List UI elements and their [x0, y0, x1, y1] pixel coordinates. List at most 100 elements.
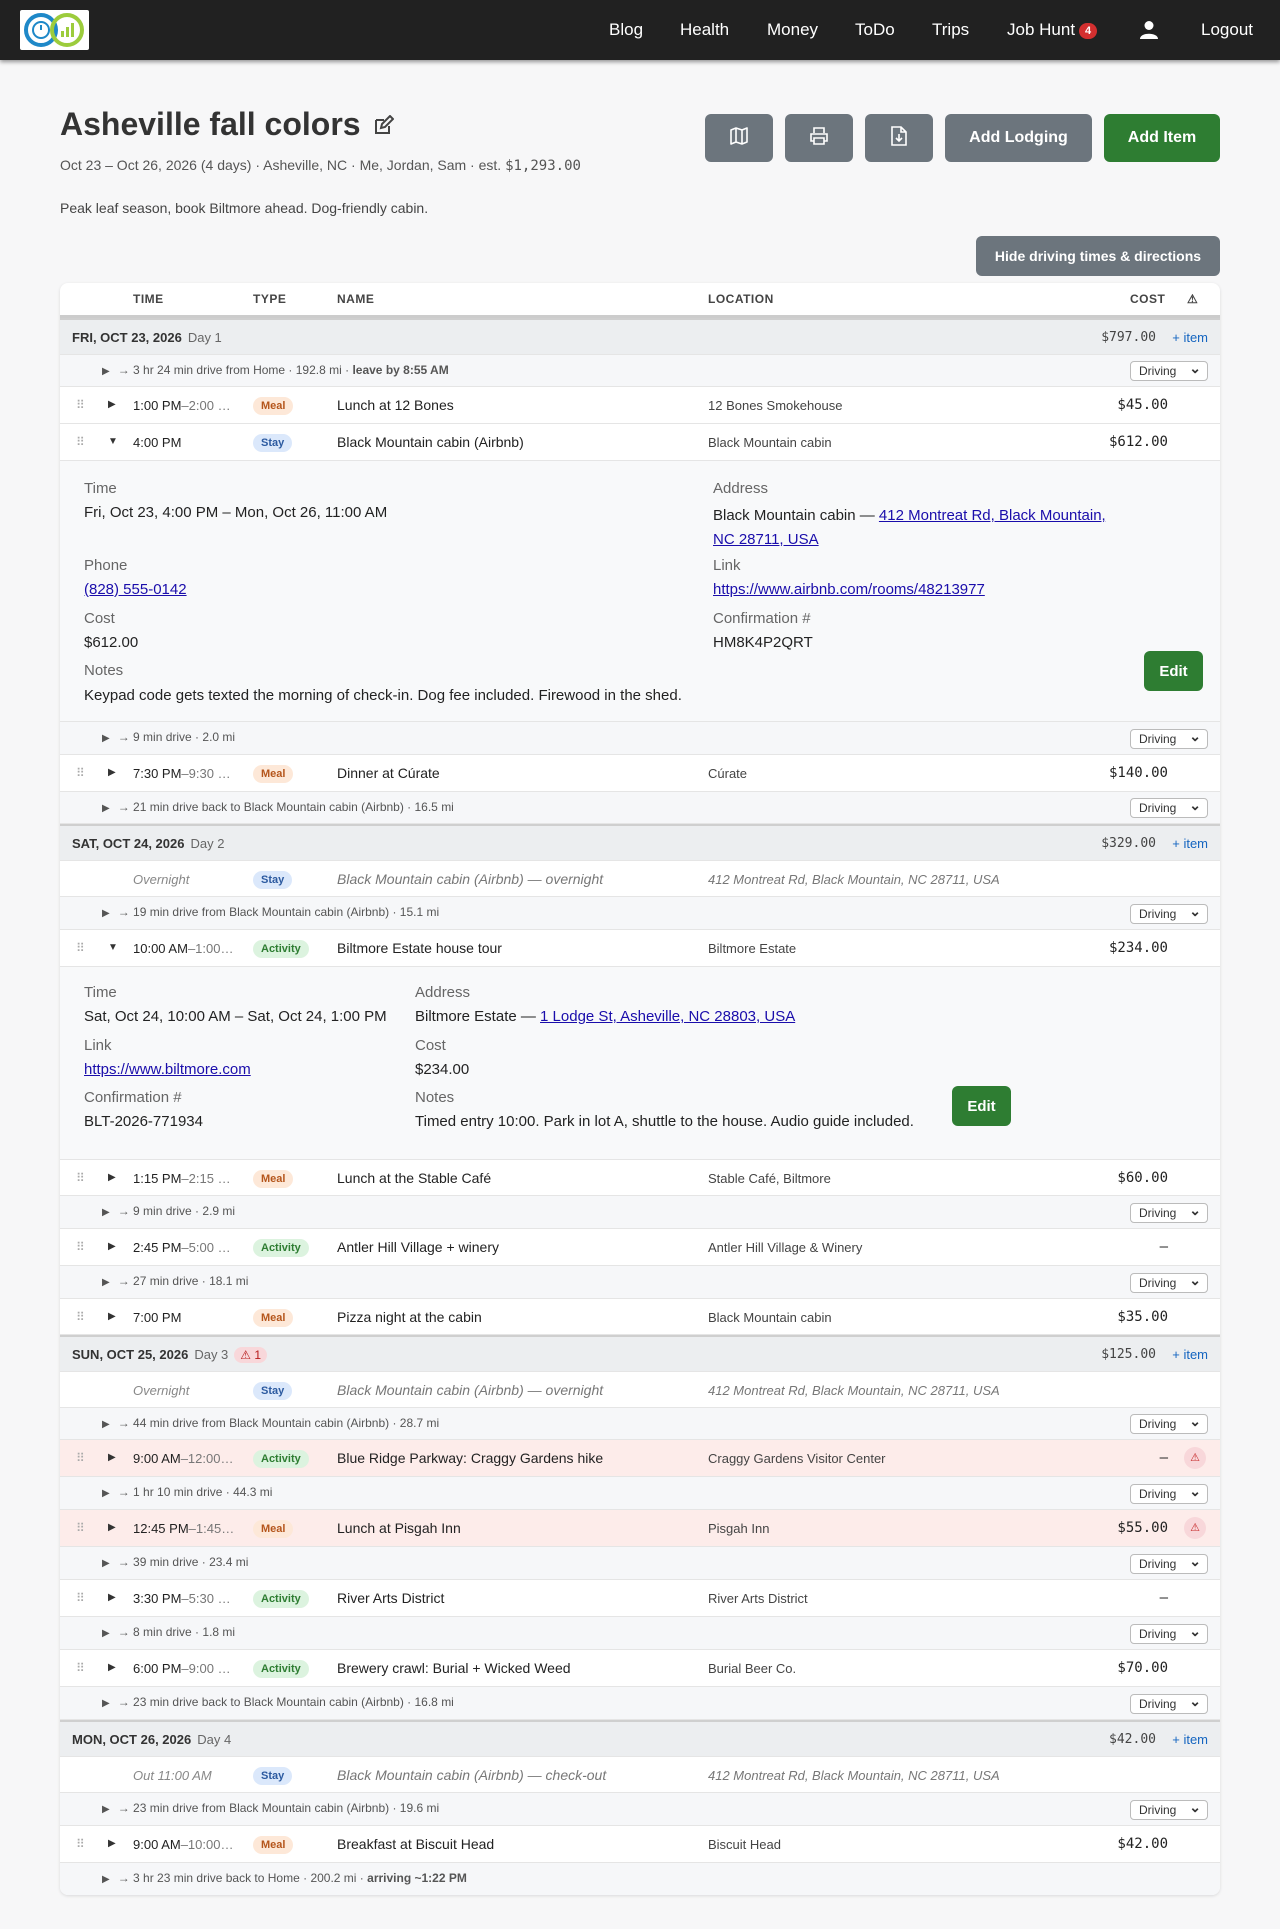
itinerary-item-row[interactable]: ⠿ ▼ 10:00 AM–1:00… Activity Biltmore Est…: [60, 930, 1220, 967]
travel-mode-select[interactable]: Driving: [1130, 1413, 1208, 1434]
itinerary-item-row[interactable]: ⠿ ▶ 9:00 AM–12:00… Activity Blue Ridge P…: [60, 1440, 1220, 1477]
item-location: 12 Bones Smokehouse: [708, 398, 843, 413]
travel-mode-select[interactable]: Driving: [1130, 360, 1208, 381]
address-link-cont[interactable]: NC 28711, USA: [713, 531, 819, 548]
add-item-button[interactable]: Add Item: [1104, 114, 1220, 162]
address-link[interactable]: 1 Lodge St, Asheville, NC 28803, USA: [540, 1008, 795, 1025]
nav-health[interactable]: Health: [680, 20, 729, 40]
drag-handle-icon[interactable]: ⠿: [76, 1171, 85, 1185]
expand-toggle[interactable]: ▶: [108, 1838, 116, 1849]
site-logo[interactable]: [20, 10, 89, 50]
nav-job-hunt[interactable]: Job Hunt 4: [1007, 20, 1098, 40]
drag-handle-icon[interactable]: ⠿: [76, 1451, 85, 1465]
item-cost: $234.00: [1108, 940, 1168, 956]
map-button[interactable]: [705, 114, 773, 162]
expand-toggle[interactable]: ▶: [102, 366, 110, 377]
travel-mode-select[interactable]: Driving: [1130, 1799, 1208, 1820]
itinerary-item-row[interactable]: ⠿ ▶ 6:00 PM–9:00 … Activity Brewery craw…: [60, 1650, 1220, 1687]
itinerary-item-row[interactable]: ⠿ ▶ 7:30 PM–9:30 … Meal Dinner at Cúrate…: [60, 755, 1220, 792]
drag-handle-icon[interactable]: ⠿: [76, 435, 85, 449]
expand-toggle[interactable]: ▶: [108, 1452, 116, 1463]
day-add-item-link[interactable]: + item: [1172, 836, 1208, 851]
travel-mode-select[interactable]: Driving: [1130, 1272, 1208, 1293]
phone-link[interactable]: (828) 555-0142: [84, 581, 187, 598]
itinerary-item-row[interactable]: Overnight Stay Black Mountain cabin (Air…: [60, 1372, 1220, 1408]
drag-handle-icon[interactable]: ⠿: [76, 1591, 85, 1605]
travel-mode-select[interactable]: Driving: [1130, 728, 1208, 749]
itinerary-item-row[interactable]: Out 11:00 AM Stay Black Mountain cabin (…: [60, 1757, 1220, 1793]
travel-mode-select[interactable]: Driving: [1130, 903, 1208, 924]
booking-link[interactable]: https://www.biltmore.com: [84, 1061, 251, 1078]
itinerary-item-row[interactable]: ⠿ ▶ 2:45 PM–5:00 … Activity Antler Hill …: [60, 1229, 1220, 1266]
itinerary-item-row[interactable]: ⠿ ▶ 7:00 PM Meal Pizza night at the cabi…: [60, 1299, 1220, 1335]
expand-toggle[interactable]: ▶: [108, 399, 116, 410]
collapse-toggle[interactable]: ▼: [108, 436, 118, 447]
address-link[interactable]: 412 Montreat Rd, Black Mountain,: [879, 507, 1106, 524]
itinerary-item-row[interactable]: ⠿ ▶ 1:00 PM–2:00 … Meal Lunch at 12 Bone…: [60, 387, 1220, 424]
col-warning: ⚠: [1187, 292, 1199, 306]
expand-toggle[interactable]: ▶: [102, 803, 110, 814]
nav-trips[interactable]: Trips: [932, 20, 969, 40]
expand-toggle[interactable]: ▶: [108, 1522, 116, 1533]
day-cost: $125.00: [1101, 1347, 1156, 1362]
expand-toggle[interactable]: ▶: [102, 908, 110, 919]
travel-mode-select[interactable]: Driving: [1130, 797, 1208, 818]
itinerary-item-row[interactable]: ⠿ ▶ 12:45 PM–1:45… Meal Lunch at Pisgah …: [60, 1510, 1220, 1547]
expand-toggle[interactable]: ▶: [108, 1592, 116, 1603]
expand-toggle[interactable]: ▶: [102, 1207, 110, 1218]
drag-handle-icon[interactable]: ⠿: [76, 1661, 85, 1675]
nav-money[interactable]: Money: [767, 20, 818, 40]
col-cost: COST: [1130, 292, 1166, 306]
travel-mode-select[interactable]: Driving: [1130, 1483, 1208, 1504]
expand-toggle[interactable]: ▶: [102, 733, 110, 744]
itinerary-item-row[interactable]: Overnight Stay Black Mountain cabin (Air…: [60, 861, 1220, 897]
nav-blog[interactable]: Blog: [609, 20, 643, 40]
expand-toggle[interactable]: ▶: [102, 1419, 110, 1430]
export-button[interactable]: [865, 114, 933, 162]
edit-title-icon[interactable]: [372, 114, 395, 140]
expand-toggle[interactable]: ▶: [108, 1662, 116, 1673]
type-pill: Stay: [253, 1767, 293, 1785]
expand-toggle[interactable]: ▶: [102, 1874, 110, 1885]
drag-handle-icon[interactable]: ⠿: [76, 1521, 85, 1535]
drag-handle-icon[interactable]: ⠿: [76, 941, 85, 955]
edit-item-button[interactable]: Edit: [1144, 651, 1203, 691]
expand-toggle[interactable]: ▶: [108, 1311, 116, 1322]
day-add-item-link[interactable]: + item: [1172, 1732, 1208, 1747]
expand-toggle[interactable]: ▶: [102, 1277, 110, 1288]
warning-icon[interactable]: ⚠: [1184, 1517, 1206, 1539]
drag-handle-icon[interactable]: ⠿: [76, 398, 85, 412]
itinerary-item-row[interactable]: ⠿ ▼ 4:00 PM Stay Black Mountain cabin (A…: [60, 424, 1220, 461]
drag-handle-icon[interactable]: ⠿: [76, 1310, 85, 1324]
itinerary-item-row[interactable]: ⠿ ▶ 3:30 PM–5:30 … Activity River Arts D…: [60, 1580, 1220, 1617]
itinerary-item-row[interactable]: ⠿ ▶ 9:00 AM–10:00… Meal Breakfast at Bis…: [60, 1826, 1220, 1863]
hide-driving-button[interactable]: Hide driving times & directions: [976, 236, 1220, 276]
print-button[interactable]: [785, 114, 853, 162]
add-lodging-button[interactable]: Add Lodging: [945, 114, 1092, 162]
expand-toggle[interactable]: ▶: [102, 1804, 110, 1815]
day-add-item-link[interactable]: + item: [1172, 1347, 1208, 1362]
travel-mode-select[interactable]: Driving: [1130, 1202, 1208, 1223]
collapse-toggle[interactable]: ▼: [108, 942, 118, 953]
travel-mode-select[interactable]: Driving: [1130, 1553, 1208, 1574]
expand-toggle[interactable]: ▶: [108, 1241, 116, 1252]
booking-link[interactable]: https://www.airbnb.com/rooms/48213977: [713, 581, 985, 598]
itinerary-item-row[interactable]: ⠿ ▶ 1:15 PM–2:15 … Meal Lunch at the Sta…: [60, 1160, 1220, 1196]
day-add-item-link[interactable]: + item: [1172, 330, 1208, 345]
expand-toggle[interactable]: ▶: [102, 1628, 110, 1639]
user-icon[interactable]: [1140, 20, 1158, 43]
expand-toggle[interactable]: ▶: [108, 1172, 116, 1183]
drag-handle-icon[interactable]: ⠿: [76, 1240, 85, 1254]
expand-toggle[interactable]: ▶: [102, 1558, 110, 1569]
drag-handle-icon[interactable]: ⠿: [76, 1837, 85, 1851]
drag-handle-icon[interactable]: ⠿: [76, 766, 85, 780]
edit-item-button[interactable]: Edit: [952, 1086, 1011, 1126]
expand-toggle[interactable]: ▶: [102, 1698, 110, 1709]
travel-mode-select[interactable]: Driving: [1130, 1693, 1208, 1714]
expand-toggle[interactable]: ▶: [108, 767, 116, 778]
warning-icon[interactable]: ⚠: [1184, 1447, 1206, 1469]
nav-logout[interactable]: Logout: [1201, 20, 1253, 40]
travel-mode-select[interactable]: Driving: [1130, 1623, 1208, 1644]
nav-todo[interactable]: ToDo: [855, 20, 895, 40]
expand-toggle[interactable]: ▶: [102, 1488, 110, 1499]
